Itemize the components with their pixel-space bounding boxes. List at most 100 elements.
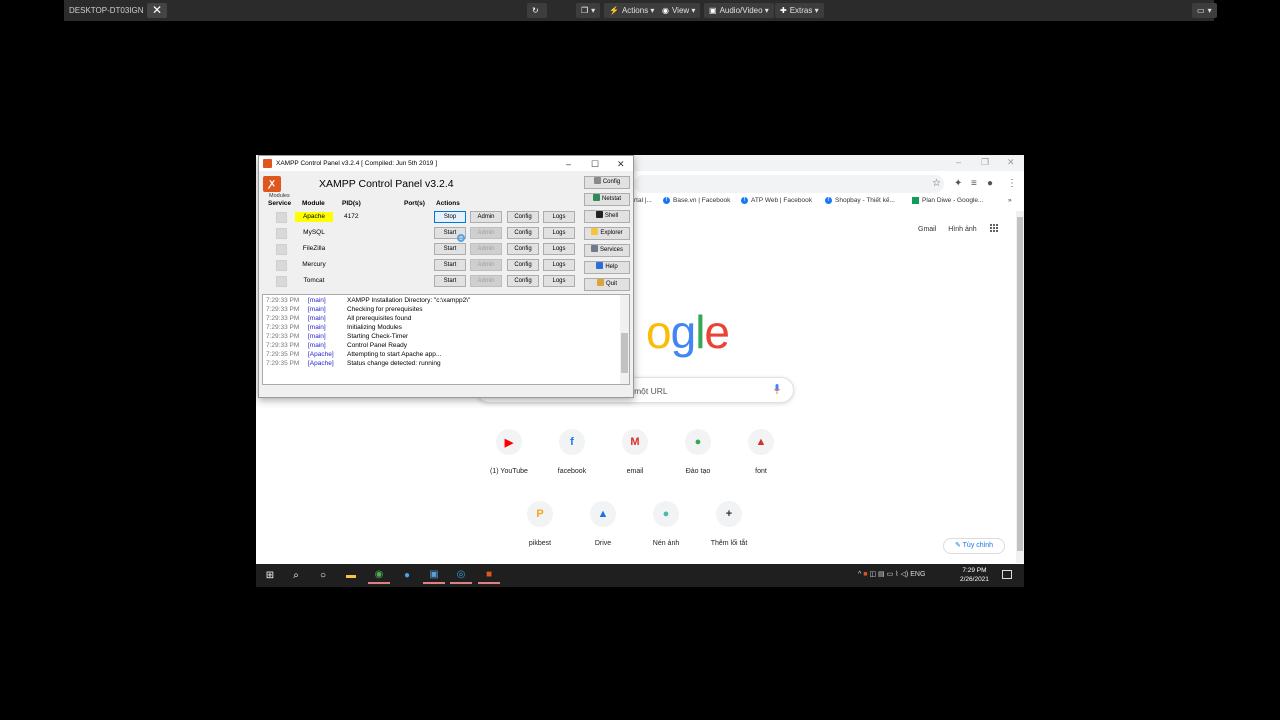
teamviewer-icon[interactable]: ◎: [450, 567, 472, 584]
close-icon[interactable]: ✕: [617, 157, 625, 172]
config-button[interactable]: Config: [507, 275, 539, 287]
menu-icon[interactable]: ⋮: [1007, 178, 1017, 189]
admin-button[interactable]: Admin: [470, 227, 502, 239]
xampp-tray-icon[interactable]: ■: [863, 571, 867, 578]
google-logo-letter: o: [646, 306, 672, 358]
remote-app-icon[interactable]: ▣: [423, 567, 445, 584]
page-scrollbar[interactable]: [1016, 211, 1024, 563]
network-icon[interactable]: ⌇: [895, 571, 898, 578]
shortcut-label: Đào tạo: [685, 468, 711, 475]
extension-icon[interactable]: ✦: [954, 178, 962, 189]
netstat-icon: [592, 194, 600, 201]
close-icon[interactable]: ✕: [1007, 157, 1015, 168]
apps-grid-icon[interactable]: [990, 224, 1000, 234]
notification-icon[interactable]: [1002, 570, 1012, 579]
bookmark-item[interactable]: f Shopbay - Thiết kế...: [825, 197, 895, 204]
log-scrollbar[interactable]: [620, 295, 629, 384]
bookmark-item[interactable]: rtal |...: [634, 197, 652, 204]
shortcut-tile[interactable]: ▲ font: [731, 429, 791, 485]
logs-button[interactable]: Logs: [543, 227, 575, 239]
logs-button[interactable]: Logs: [543, 243, 575, 255]
service-checkbox[interactable]: [276, 212, 287, 223]
minimize-icon[interactable]: –: [566, 157, 571, 172]
task-view-icon[interactable]: ○: [312, 567, 334, 584]
close-icon[interactable]: ✕: [147, 3, 167, 18]
start-stop-button[interactable]: Start: [434, 243, 466, 255]
microphone-icon[interactable]: [774, 384, 780, 394]
chrome-icon[interactable]: ◉: [368, 567, 390, 584]
clock[interactable]: 7:29 PM 2/26/2021: [960, 566, 989, 584]
more-bookmarks-icon[interactable]: »: [1008, 197, 1012, 204]
shortcut-label: facebook: [557, 468, 587, 475]
quit-button[interactable]: Quit: [584, 278, 630, 291]
logs-button[interactable]: Logs: [543, 259, 575, 271]
tray-icon[interactable]: ◫: [869, 571, 876, 578]
logs-button[interactable]: Logs: [543, 275, 575, 287]
config-button[interactable]: Config: [507, 243, 539, 255]
avatar-icon[interactable]: ●: [987, 178, 993, 189]
maximize-icon[interactable]: ❐: [981, 157, 989, 168]
side-button-label: Netstat: [601, 196, 621, 202]
customize-button[interactable]: ✎ Tùy chỉnh: [943, 538, 1005, 554]
actions-menu[interactable]: ⚡ Actions ▾: [604, 3, 660, 18]
admin-button[interactable]: Admin: [470, 275, 502, 287]
windows-start-icon[interactable]: ⊞: [259, 567, 281, 584]
file-explorer-icon[interactable]: ▬: [340, 567, 362, 584]
gmail-link[interactable]: Gmail: [918, 226, 936, 233]
service-checkbox[interactable]: [276, 260, 287, 271]
services-button[interactable]: Services: [584, 244, 630, 257]
log-time: 7:29:33 PM: [266, 297, 300, 304]
shortcut-tile[interactable]: + Thêm lối tắt: [699, 501, 759, 557]
admin-button[interactable]: Admin: [470, 243, 502, 255]
minimize-icon[interactable]: –: [956, 157, 961, 167]
view-menu[interactable]: ◉ View ▾: [657, 3, 701, 18]
config-button[interactable]: Config: [584, 176, 630, 189]
shortcut-tile[interactable]: Memail: [605, 429, 665, 485]
xampp-taskbar-icon[interactable]: ■: [478, 567, 500, 584]
zalo-icon[interactable]: ●: [396, 567, 418, 584]
netstat-button[interactable]: Netstat: [584, 193, 630, 206]
bookmark-item[interactable]: Plan Diwe - Google...: [912, 197, 983, 204]
config-button[interactable]: Config: [507, 227, 539, 239]
shortcut-tile[interactable]: ● Nén ảnh: [636, 501, 696, 557]
logs-button[interactable]: Logs: [543, 211, 575, 223]
start-stop-button[interactable]: Start: [434, 275, 466, 287]
service-checkbox[interactable]: [276, 244, 287, 255]
shortcut-tile[interactable]: f facebook: [542, 429, 602, 485]
service-checkbox[interactable]: [276, 276, 287, 287]
window-mode-button[interactable]: ❐ ▾: [576, 3, 601, 18]
start-stop-button[interactable]: Stop: [434, 211, 466, 223]
show-hidden-icon[interactable]: ^: [858, 571, 861, 578]
shortcut-tile[interactable]: ▲ Drive: [573, 501, 633, 557]
audio-video-menu[interactable]: ▣ Audio/Video ▾: [704, 3, 774, 18]
star-icon[interactable]: ☆: [932, 178, 941, 189]
extras-menu[interactable]: ✚ Extras ▾: [775, 3, 824, 18]
admin-button[interactable]: Admin: [470, 211, 502, 223]
config-button[interactable]: Config: [507, 211, 539, 223]
images-link[interactable]: Hình ảnh: [948, 226, 976, 233]
explorer-button[interactable]: Explorer: [584, 227, 630, 240]
start-stop-button[interactable]: Start: [434, 259, 466, 271]
admin-button[interactable]: Admin: [470, 259, 502, 271]
language-indicator[interactable]: ENG: [910, 571, 925, 578]
bookmark-item[interactable]: f ATP Web | Facebook: [741, 197, 812, 204]
bookmark-item[interactable]: f Base.vn | Facebook: [663, 197, 730, 204]
maximize-icon[interactable]: ☐: [591, 157, 599, 172]
log-source: [main]: [308, 297, 326, 304]
service-checkbox[interactable]: [276, 228, 287, 239]
help-button[interactable]: Help: [584, 261, 630, 274]
media-icon[interactable]: ≡: [971, 178, 977, 189]
shortcut-tile[interactable]: Ppikbest: [510, 501, 570, 557]
log-time: 7:29:35 PM: [266, 351, 300, 358]
shortcut-tile[interactable]: ▶ (1) YouTube: [479, 429, 539, 485]
config-button[interactable]: Config: [507, 259, 539, 271]
volume-icon[interactable]: ◁): [901, 571, 909, 578]
address-bar[interactable]: ☆: [634, 175, 944, 193]
display-settings-button[interactable]: ▭ ▾: [1192, 3, 1217, 18]
refresh-button[interactable]: ↻: [527, 3, 547, 18]
battery-icon[interactable]: ▭: [887, 571, 894, 578]
shell-button[interactable]: Shell: [584, 210, 630, 223]
search-icon[interactable]: ⌕: [285, 567, 307, 584]
tray-icon[interactable]: ▤: [878, 571, 885, 578]
shortcut-tile[interactable]: ● Đào tạo: [668, 429, 728, 485]
